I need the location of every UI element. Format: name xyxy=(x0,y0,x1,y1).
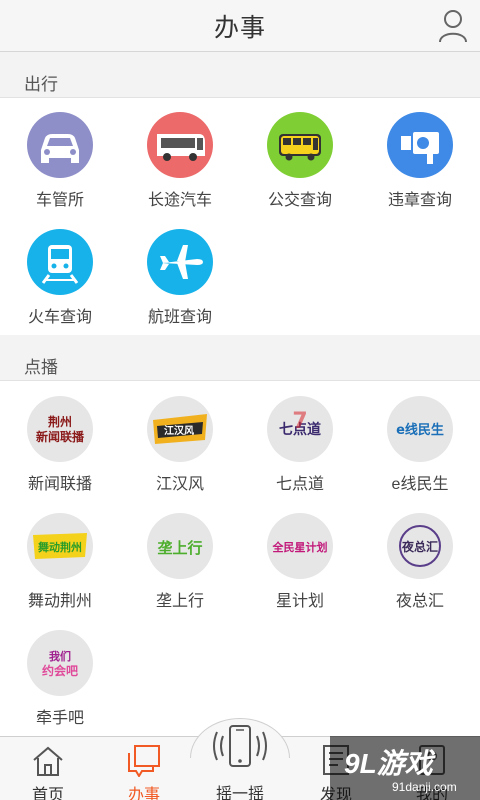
news-broadcast-logo: 荆州 新闻联播 xyxy=(27,396,93,462)
tab-home-label: 首页 xyxy=(31,787,64,800)
site-watermark: 9L游戏 91danji.com xyxy=(330,736,480,800)
service-item-flight-query[interactable]: 航班查询 xyxy=(120,229,240,345)
coach-bus-icon xyxy=(147,112,213,178)
service-item-coach[interactable]: 长途汽车 xyxy=(120,112,240,228)
airplane-icon xyxy=(147,229,213,295)
tab-shake-label: 摇一摇 xyxy=(215,786,264,800)
vod-label: e线民生 xyxy=(391,476,449,493)
tab-home[interactable]: 首页 xyxy=(0,737,96,800)
vod-label: 新闻联播 xyxy=(27,476,92,493)
svg-text:舞动荆州: 舞动荆州 xyxy=(38,540,82,554)
service-label: 公交查询 xyxy=(267,192,332,209)
qidiandao-logo: 七点道 7 xyxy=(267,396,333,462)
service-item-violation-query[interactable]: 违章查询 xyxy=(360,112,480,228)
vod-item-yezonghui[interactable]: 夜总汇 夜总汇 xyxy=(360,513,480,629)
vod-item-jianghanfeng[interactable]: 江汉风 江汉风 xyxy=(120,396,240,512)
vod-label: 垄上行 xyxy=(155,593,204,610)
vod-item-news[interactable]: 荆州 新闻联播 新闻联播 xyxy=(0,396,120,512)
bus-icon xyxy=(267,112,333,178)
user-profile-icon[interactable] xyxy=(438,9,468,43)
section-header-travel: 出行 xyxy=(0,52,480,98)
service-label: 长途汽车 xyxy=(147,192,212,209)
svg-text:约会吧: 约会吧 xyxy=(42,663,78,678)
svg-text:荆州: 荆州 xyxy=(48,414,72,429)
svg-text:全民星计划: 全民星计划 xyxy=(272,540,328,554)
svg-text:夜总汇: 夜总汇 xyxy=(401,539,438,554)
service-label: 火车查询 xyxy=(27,309,92,326)
tab-service[interactable]: 办事 xyxy=(96,737,192,800)
svg-text:垄上行: 垄上行 xyxy=(157,539,202,557)
vod-item-e-minsheng[interactable]: e线民生 e线民生 xyxy=(360,396,480,512)
section-title-travel: 出行 xyxy=(24,75,58,94)
vod-item-qianshouba[interactable]: 我们 约会吧 牵手吧 xyxy=(0,630,120,746)
vod-item-xingjihua[interactable]: 全民星计划 星计划 xyxy=(240,513,360,629)
svg-text:7: 7 xyxy=(292,409,307,434)
traffic-camera-icon xyxy=(387,112,453,178)
header-bar: 办事 xyxy=(0,0,480,52)
vod-label: 夜总汇 xyxy=(395,593,444,610)
service-label: 车管所 xyxy=(35,192,84,209)
page-title: 办事 xyxy=(213,14,266,42)
car-icon xyxy=(27,112,93,178)
yezonghui-logo: 夜总汇 xyxy=(387,513,453,579)
vod-label: 舞动荆州 xyxy=(27,593,92,610)
watermark-brand: 9L游戏 xyxy=(344,748,433,779)
vod-item-wudong[interactable]: 舞动荆州 舞动荆州 xyxy=(0,513,120,629)
longshangxing-logo: 垄上行 xyxy=(147,513,213,579)
tab-service-label: 办事 xyxy=(127,787,160,800)
section-title-vod: 点播 xyxy=(24,358,58,377)
service-label: 航班查询 xyxy=(147,309,212,326)
qianshouba-logo: 我们 约会吧 xyxy=(27,630,93,696)
svg-text:江汉风: 江汉风 xyxy=(164,424,194,437)
jianghanfeng-logo: 江汉风 xyxy=(147,396,213,462)
section-header-vod: 点播 xyxy=(0,335,480,381)
vod-label: 星计划 xyxy=(275,593,324,610)
train-icon xyxy=(27,229,93,295)
service-icon xyxy=(126,743,162,778)
service-label: 违章查询 xyxy=(387,192,452,209)
home-icon xyxy=(30,743,66,777)
service-item-bus-query[interactable]: 公交查询 xyxy=(240,112,360,228)
vod-label: 七点道 xyxy=(275,476,324,493)
vod-label: 牵手吧 xyxy=(35,710,84,727)
shake-phone-icon xyxy=(210,722,270,774)
svg-text:e线民生: e线民生 xyxy=(396,422,444,438)
service-item-train-query[interactable]: 火车查询 xyxy=(0,229,120,345)
tab-shake[interactable]: 摇一摇 xyxy=(192,720,288,800)
svg-text:新闻联播: 新闻联播 xyxy=(36,429,85,444)
vod-label: 江汉风 xyxy=(155,476,204,493)
svg-text:我们: 我们 xyxy=(49,649,71,663)
service-item-vehicle-office[interactable]: 车管所 xyxy=(0,112,120,228)
watermark-domain: 91danji.com xyxy=(392,780,457,794)
wudong-jingzhou-logo: 舞动荆州 xyxy=(27,513,93,579)
xingjihua-logo: 全民星计划 xyxy=(267,513,333,579)
vod-item-longshangxing[interactable]: 垄上行 垄上行 xyxy=(120,513,240,629)
vod-item-qidiandao[interactable]: 七点道 7 七点道 xyxy=(240,396,360,512)
e-line-minsheng-logo: e线民生 xyxy=(387,396,453,462)
